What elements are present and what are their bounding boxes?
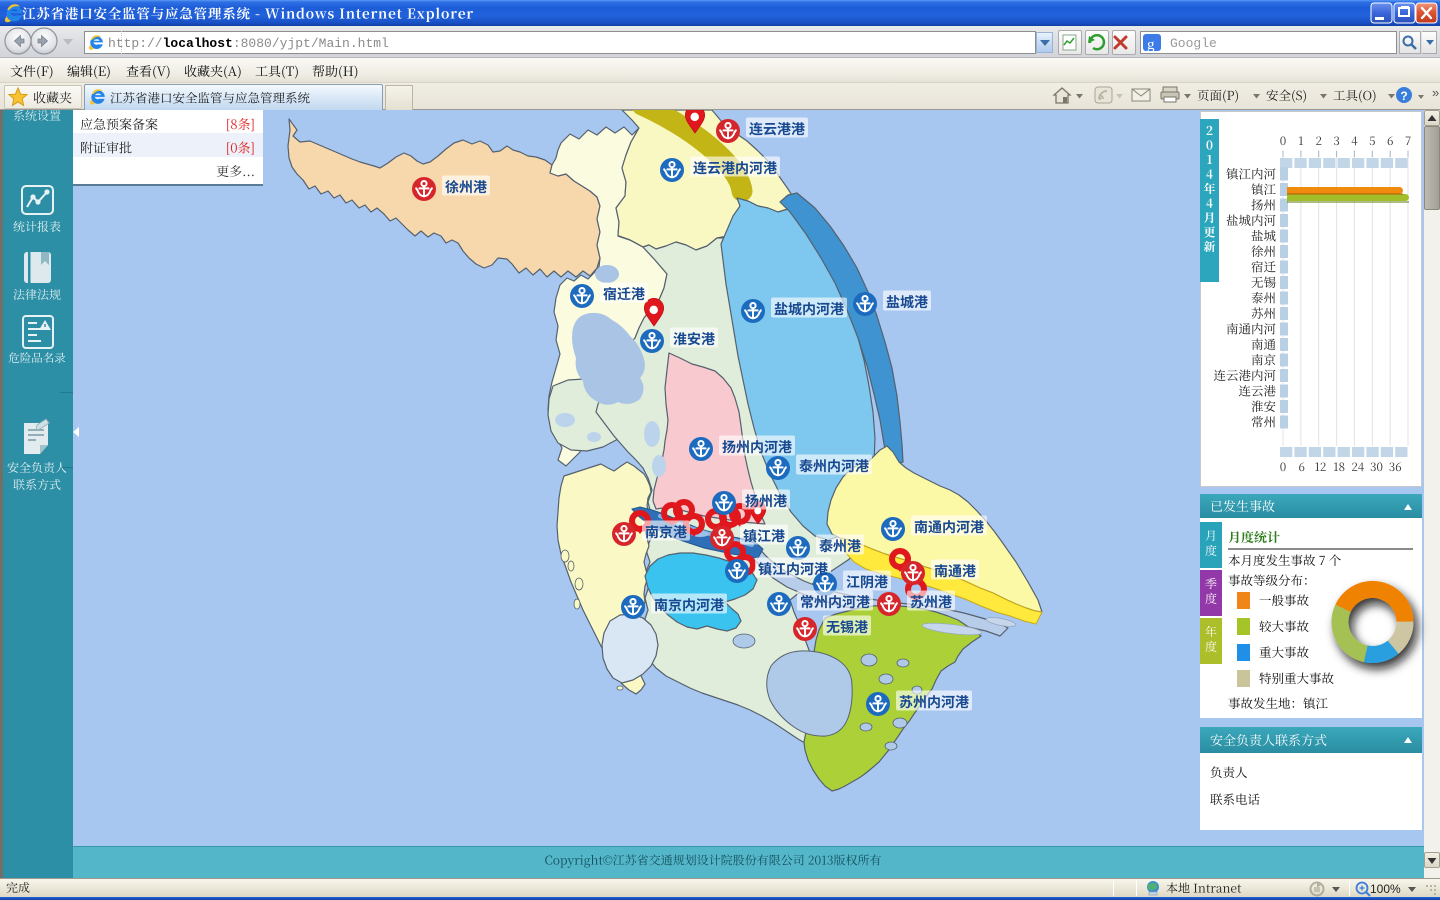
- svg-text:?: ?: [1400, 89, 1407, 103]
- svg-text:»: »: [1432, 85, 1439, 100]
- svg-text:g: g: [1147, 37, 1155, 53]
